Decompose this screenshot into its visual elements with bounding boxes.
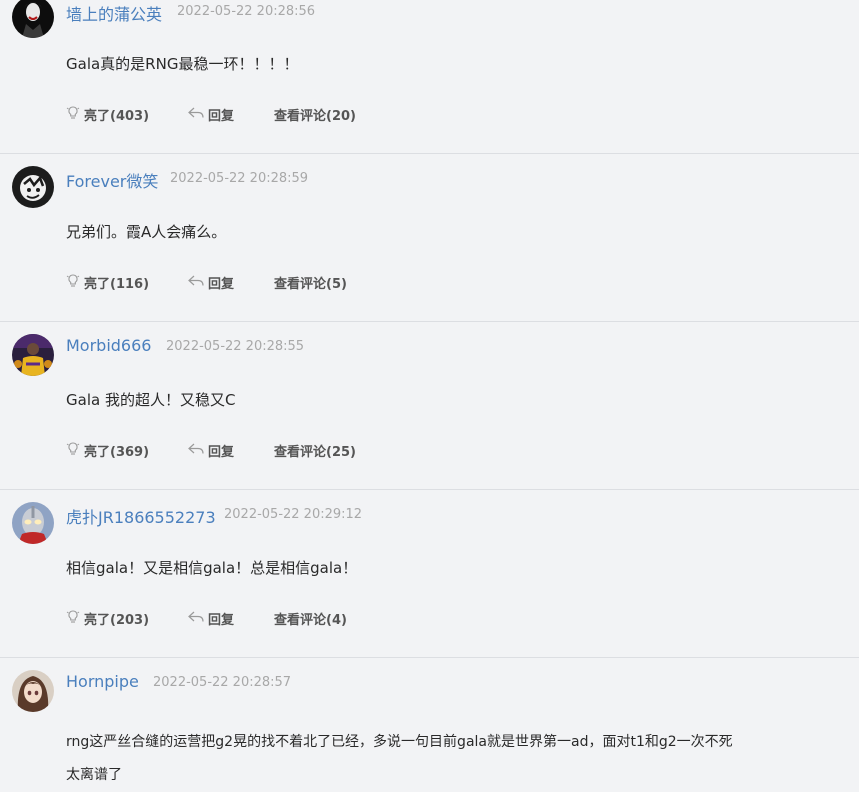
view-replies-button[interactable]: 查看评论(25): [274, 443, 356, 463]
username[interactable]: 墙上的蒲公英: [66, 1, 162, 25]
timestamp: 2022-05-22 20:29:12: [224, 507, 363, 522]
username[interactable]: 虎扑JR1866552273: [66, 504, 216, 528]
reply-button[interactable]: 回复: [188, 443, 234, 463]
view-replies-button[interactable]: 查看评论(20): [274, 107, 356, 127]
username[interactable]: Forever微笑: [66, 168, 158, 192]
comment-text: rng这严丝合缝的运营把g2晃的找不着北了已经，多说一句目前gala就是世界第一…: [66, 726, 733, 792]
reply-button[interactable]: 回复: [188, 275, 234, 295]
reply-label: 回复: [208, 613, 235, 628]
like-count: 亮了(403): [84, 109, 150, 124]
comment-item: Morbid666 2022-05-22 20:28:55 Gala 我的超人！…: [0, 322, 859, 490]
comment-item: 墙上的蒲公英 2022-05-22 20:28:56 Gala真的是RNG最稳一…: [0, 0, 859, 154]
comment-text: Gala真的是RNG最稳一环！！！！: [66, 53, 298, 74]
cartoon-avatar-icon[interactable]: [12, 166, 54, 208]
view-replies-button[interactable]: 查看评论(4): [274, 611, 347, 631]
timestamp: 2022-05-22 20:28:59: [170, 171, 309, 186]
comment-text-line: rng这严丝合缝的运营把g2晃的找不着北了已经，多说一句目前gala就是世界第一…: [66, 734, 733, 750]
comment-item: Forever微笑 2022-05-22 20:28:59 兄弟们。霞A人会痛么…: [0, 154, 859, 322]
lightbulb-icon: [66, 441, 80, 463]
view-replies-button[interactable]: 查看评论(5): [274, 275, 347, 295]
comment-item: 虎扑JR1866552273 2022-05-22 20:29:12 相信gal…: [0, 490, 859, 658]
joker-avatar-icon[interactable]: [12, 0, 54, 38]
reply-arrow-icon: [188, 106, 204, 126]
reply-button[interactable]: 回复: [188, 611, 234, 631]
username[interactable]: Hornpipe: [66, 672, 139, 691]
username[interactable]: Morbid666: [66, 336, 151, 355]
lightbulb-icon: [66, 105, 80, 127]
comment-text-line: 相信gala！又是相信gala！总是相信gala！: [66, 559, 358, 577]
lightbulb-icon: [66, 609, 80, 631]
reply-arrow-icon: [188, 274, 204, 294]
view-replies-label: 查看评论(5): [274, 277, 347, 292]
reply-label: 回复: [208, 109, 235, 124]
like-button[interactable]: 亮了(116): [66, 273, 150, 295]
comment-text-line: Gala真的是RNG最稳一环！！！！: [66, 55, 299, 73]
anime-avatar-icon[interactable]: [12, 670, 54, 712]
like-count: 亮了(369): [84, 445, 150, 460]
view-replies-label: 查看评论(25): [274, 445, 356, 460]
reply-label: 回复: [208, 277, 235, 292]
like-count: 亮了(203): [84, 613, 150, 628]
comment-text-line: 太离谱了: [66, 767, 122, 783]
timestamp: 2022-05-22 20:28:57: [153, 675, 292, 690]
lightbulb-icon: [66, 273, 80, 295]
comment-item: Hornpipe 2022-05-22 20:28:57 rng这严丝合缝的运营…: [0, 658, 859, 790]
reply-button[interactable]: 回复: [188, 107, 234, 127]
view-replies-label: 查看评论(4): [274, 613, 347, 628]
timestamp: 2022-05-22 20:28:55: [166, 339, 305, 354]
reply-arrow-icon: [188, 442, 204, 462]
comment-text-line: 兄弟们。霞A人会痛么。: [66, 223, 227, 241]
timestamp: 2022-05-22 20:28:56: [177, 4, 316, 19]
like-count: 亮了(116): [84, 277, 150, 292]
view-replies-label: 查看评论(20): [274, 109, 356, 124]
like-button[interactable]: 亮了(203): [66, 609, 150, 631]
reply-arrow-icon: [188, 610, 204, 630]
comment-list: 墙上的蒲公英 2022-05-22 20:28:56 Gala真的是RNG最稳一…: [0, 0, 859, 790]
comment-text-line: Gala 我的超人！又稳又C: [66, 391, 236, 409]
ultraman-avatar-icon[interactable]: [12, 502, 54, 544]
comment-text: Gala 我的超人！又稳又C: [66, 389, 235, 410]
reply-label: 回复: [208, 445, 235, 460]
comment-text: 相信gala！又是相信gala！总是相信gala！: [66, 557, 357, 578]
player-avatar-icon[interactable]: [12, 334, 54, 376]
comment-text: 兄弟们。霞A人会痛么。: [66, 221, 226, 242]
like-button[interactable]: 亮了(369): [66, 441, 150, 463]
like-button[interactable]: 亮了(403): [66, 105, 150, 127]
